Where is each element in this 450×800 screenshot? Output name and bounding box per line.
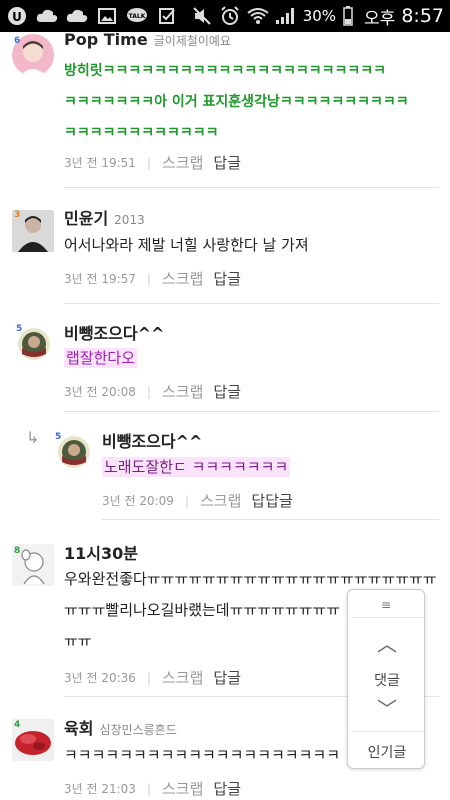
comment-nickname[interactable]: 비뺑조으다^^: [64, 320, 164, 344]
comment-time: 3년 전 19:51: [64, 156, 136, 170]
comment-time: 3년 전 20:08: [64, 385, 136, 399]
divider: [351, 731, 423, 732]
comment-meta: 3년 전 20:36 | 스크랩 답글: [64, 667, 241, 688]
comment-body: ㅋㅋㅋㅋㅋㅋㅋㅋㅋㅋㅋㅋㅋㅋㅋㅋㅋㅋㅋㅋ: [64, 746, 341, 764]
divider: [64, 411, 439, 412]
comment-body: 랩잘한다오: [64, 348, 138, 368]
scrap-button[interactable]: 스크랩: [162, 268, 203, 289]
talk-icon: TALK: [126, 6, 148, 26]
rank-badge: 5: [16, 324, 23, 334]
comment-nickname-sub: 2013: [114, 213, 145, 227]
comment-meta: 3년 전 21:03 | 스크랩 답글: [64, 778, 241, 799]
scrap-button[interactable]: 스크랩: [162, 667, 203, 688]
drag-handle-icon[interactable]: ≡: [348, 598, 424, 612]
wifi-icon: [247, 6, 269, 26]
svg-text:TALK: TALK: [129, 13, 146, 20]
comment-time: 3년 전 20:09: [102, 494, 174, 508]
comment-nickname-sub: 글이제철이예요: [153, 34, 231, 48]
cloud-icon: [66, 6, 88, 26]
comment-time: 3년 전 21:03: [64, 782, 136, 796]
comment-meta: 3년 전 20:08 | 스크랩 답글: [64, 381, 241, 402]
comment-body: 어서나와라 제발 너힐 사랑한다 날 가져: [64, 236, 309, 254]
checkbox-icon: [156, 6, 178, 26]
comment-nickname[interactable]: Pop Time 글이제철이예요: [64, 30, 231, 49]
reply-button[interactable]: 답글: [213, 381, 241, 402]
battery-percent: 30%: [302, 7, 337, 25]
status-ampm: 오후: [364, 8, 396, 29]
comment-nav-label[interactable]: 댓글: [351, 670, 423, 690]
scrap-button[interactable]: 스크랩: [162, 152, 203, 173]
status-bar: U TALK 30% 오후 8:57: [0, 0, 450, 32]
rank-badge: 6: [14, 36, 21, 46]
divider: [102, 519, 439, 520]
rank-badge: 8: [14, 546, 21, 556]
scrap-button[interactable]: 스크랩: [162, 381, 203, 402]
image-icon: [96, 6, 118, 26]
reply-button[interactable]: 답글: [213, 778, 241, 799]
reply-arrow-icon: ↳: [26, 428, 40, 447]
reply-button[interactable]: 답글: [213, 152, 241, 173]
scrap-button[interactable]: 스크랩: [162, 778, 203, 799]
chevron-down-icon[interactable]: ﹀: [351, 693, 423, 722]
comment-nickname[interactable]: 비뺑조으다^^: [102, 428, 202, 452]
comment-nickname-sub: 심창민스릉흔드: [99, 723, 177, 737]
comment-nickname[interactable]: 육회 심창민스릉흔드: [64, 715, 177, 739]
mute-icon: [191, 6, 213, 26]
floating-nav-panel: ≡ ︿ 댓글 ﹀ 인기글: [347, 589, 425, 769]
divider: [64, 303, 439, 304]
chevron-up-icon[interactable]: ︿: [351, 628, 423, 657]
avatar[interactable]: [58, 436, 90, 468]
u-plus-icon: U: [6, 6, 28, 26]
comment-time: 3년 전 19:57: [64, 272, 136, 286]
comment-time: 3년 전 20:36: [64, 671, 136, 685]
comment-body: 방히릿ㅋㅋㅋㅋㅋㅋㅋㅋㅋㅋㅋㅋㅋㅋㅋㅋㅋㅋㅋㅋㅋㅋ ㅋㅋㅋㅋㅋㅋㅋ아 이거 표지…: [64, 63, 409, 141]
comment-meta: 3년 전 20:09 | 스크랩 답답글: [102, 490, 293, 511]
reply-button[interactable]: 답글: [213, 667, 241, 688]
avatar[interactable]: [18, 328, 50, 360]
popular-posts-button[interactable]: 인기글: [351, 742, 423, 762]
rank-badge: 5: [55, 432, 62, 442]
comment-meta: 3년 전 19:57 | 스크랩 답글: [64, 268, 241, 289]
status-time: 8:57: [401, 5, 444, 27]
alarm-icon: [219, 6, 241, 26]
rank-badge: 4: [14, 720, 21, 730]
signal-icon: [275, 6, 297, 26]
comment-nickname[interactable]: 민윤기 2013: [64, 205, 145, 229]
divider: [64, 187, 439, 188]
comment-meta: 3년 전 19:51 | 스크랩 답글: [64, 152, 241, 173]
cloud-icon: [36, 6, 58, 26]
svg-text:U: U: [12, 10, 22, 24]
battery-icon: [342, 6, 354, 26]
rank-badge: 3: [14, 210, 21, 220]
reply-button[interactable]: 답글: [213, 268, 241, 289]
reply-button[interactable]: 답답글: [251, 490, 292, 511]
scrap-button[interactable]: 스크랩: [200, 490, 241, 511]
comment-body: 노래도잘한ㄷ ㅋㅋㅋㅋㅋㅋㅋ: [102, 457, 291, 477]
comment-nickname[interactable]: 11시30분: [64, 540, 138, 564]
